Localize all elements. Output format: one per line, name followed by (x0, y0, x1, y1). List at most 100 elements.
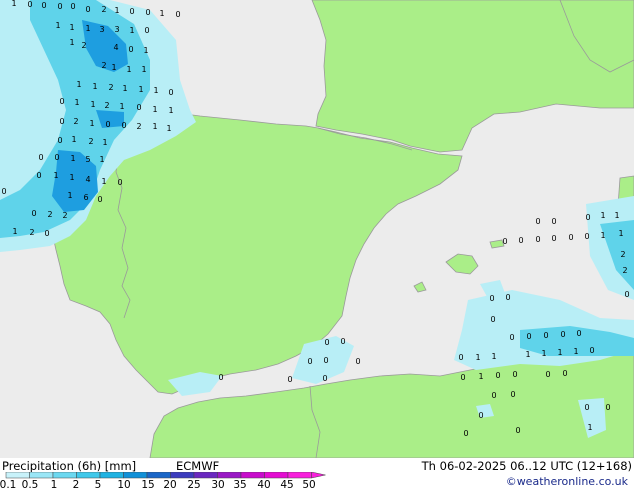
precipitation-map: 1 0 0 0 0 0 2 1 0 0 1 01 1 1 3 3 1 01 2 4 0 12 1 1 11 1 2 1 1 1 00 1 1 2 1… (0, 0, 634, 458)
precip-value: 0 (340, 337, 345, 346)
precip-value: 0 (57, 136, 62, 145)
precip-value: 0 (551, 234, 556, 243)
precip-value: 0 (121, 121, 126, 130)
precip-value: 2 (73, 117, 78, 126)
scale-box (5, 472, 30, 479)
precip-value: 0 (509, 333, 514, 342)
map-title: Precipitation (6h) [mm] (2, 459, 137, 473)
scale-label: 5 (95, 479, 102, 490)
precip-value: 0 (490, 315, 495, 324)
precip-value: 0 (57, 2, 62, 11)
precip-value: 1 (67, 191, 72, 200)
scale-box (287, 472, 312, 479)
footer: Precipitation (6h) [mm] ECMWF Th 06-02-2… (0, 458, 634, 490)
precip-value: 0 (491, 391, 496, 400)
precip-value: 1 (141, 65, 146, 74)
copyright-link[interactable]: ©weatheronline.co.uk (506, 475, 628, 489)
precip-value: 0 (526, 332, 531, 341)
precip-value: 1 (69, 38, 74, 47)
precip-value: 1 (99, 155, 104, 164)
scale-box (217, 472, 242, 479)
precip-value: 1 (126, 65, 131, 74)
precip-value: 0 (584, 403, 589, 412)
precip-value: 2 (104, 101, 109, 110)
scale-label: 1 (51, 479, 58, 490)
precip-value: 0 (54, 153, 59, 162)
precip-value: 0 (97, 195, 102, 204)
precip-value: 0 (117, 178, 122, 187)
scale-label: 20 (163, 479, 176, 490)
precip-value: 1 (478, 372, 483, 381)
precip-value: 1 (101, 177, 106, 186)
precip-value: 2 (108, 83, 113, 92)
precip-value: 0 (543, 331, 548, 340)
precip-value: 1 (12, 227, 17, 236)
precip-value: 0 (478, 411, 483, 420)
precip-value: 0 (502, 237, 507, 246)
precip-value: 0 (144, 26, 149, 35)
precip-value: 0 (41, 1, 46, 10)
precip-value: 0 (1, 187, 6, 196)
precip-value: 6 (83, 193, 88, 202)
precip-value: 0 (560, 330, 565, 339)
precip-value: 0 (36, 171, 41, 180)
scale-box (170, 472, 195, 479)
precip-value: 0 (218, 373, 223, 382)
scale-label: 45 (280, 479, 293, 490)
precip-value: 2 (136, 122, 141, 131)
precip-value: 1 (557, 348, 562, 357)
precip-value: 0 (145, 8, 150, 17)
precip-value: 0 (323, 356, 328, 365)
precip-value: 1 (102, 138, 107, 147)
precip-value: 1 (152, 105, 157, 114)
precip-value: 0 (460, 373, 465, 382)
precip-value: 1 (143, 46, 148, 55)
precip-value: 1 (69, 173, 74, 182)
scale-label: 15 (141, 479, 154, 490)
precip-value: 1 (85, 24, 90, 33)
precip-value: 1 (129, 26, 134, 35)
scale-label: 25 (187, 479, 200, 490)
precip-value: 0 (287, 375, 292, 384)
precip-value: 0 (518, 236, 523, 245)
precip-value: 0 (175, 10, 180, 19)
precip-value: 1 (89, 119, 94, 128)
valid-datetime: Th 06-02-2025 06..12 UTC (12+168) (421, 459, 632, 473)
precip-value: 1 (119, 102, 124, 111)
precip-value: 0 (505, 293, 510, 302)
scale-box (123, 472, 148, 479)
precip-value: 0 (515, 426, 520, 435)
precip-value: 0 (31, 209, 36, 218)
precip-value: 1 (600, 211, 605, 220)
precip-value: 0 (585, 213, 590, 222)
precip-value: 2 (62, 211, 67, 220)
precip-value: 0 (168, 88, 173, 97)
precip-value: 1 (122, 84, 127, 93)
precip-value: 1 (614, 211, 619, 220)
scale-label: 0.1 (0, 479, 16, 490)
scale-label: 40 (257, 479, 270, 490)
scale-box (193, 472, 218, 479)
precip-value: 4 (113, 43, 118, 52)
precip-value: 0 (535, 235, 540, 244)
precip-value: 1 (525, 350, 530, 359)
precip-value: 1 (491, 352, 496, 361)
scale-label: 2 (73, 479, 80, 490)
precip-value: 0 (136, 103, 141, 112)
precip-value: 1 (587, 423, 592, 432)
precip-value: 0 (324, 338, 329, 347)
precip-value: 0 (128, 45, 133, 54)
precip-value: 1 (74, 98, 79, 107)
precip-value: 0 (59, 117, 64, 126)
scale-arrow (311, 472, 326, 479)
precip-value: 2 (88, 137, 93, 146)
precip-value: 1 (159, 9, 164, 18)
precip-value: 1 (69, 23, 74, 32)
scale-label: 30 (211, 479, 224, 490)
precip-value: 2 (29, 228, 34, 237)
precip-value: 1 (573, 347, 578, 356)
precip-value: 1 (541, 349, 546, 358)
precip-value: 0 (44, 229, 49, 238)
precip-value: 0 (624, 290, 629, 299)
precip-value: 1 (111, 63, 116, 72)
